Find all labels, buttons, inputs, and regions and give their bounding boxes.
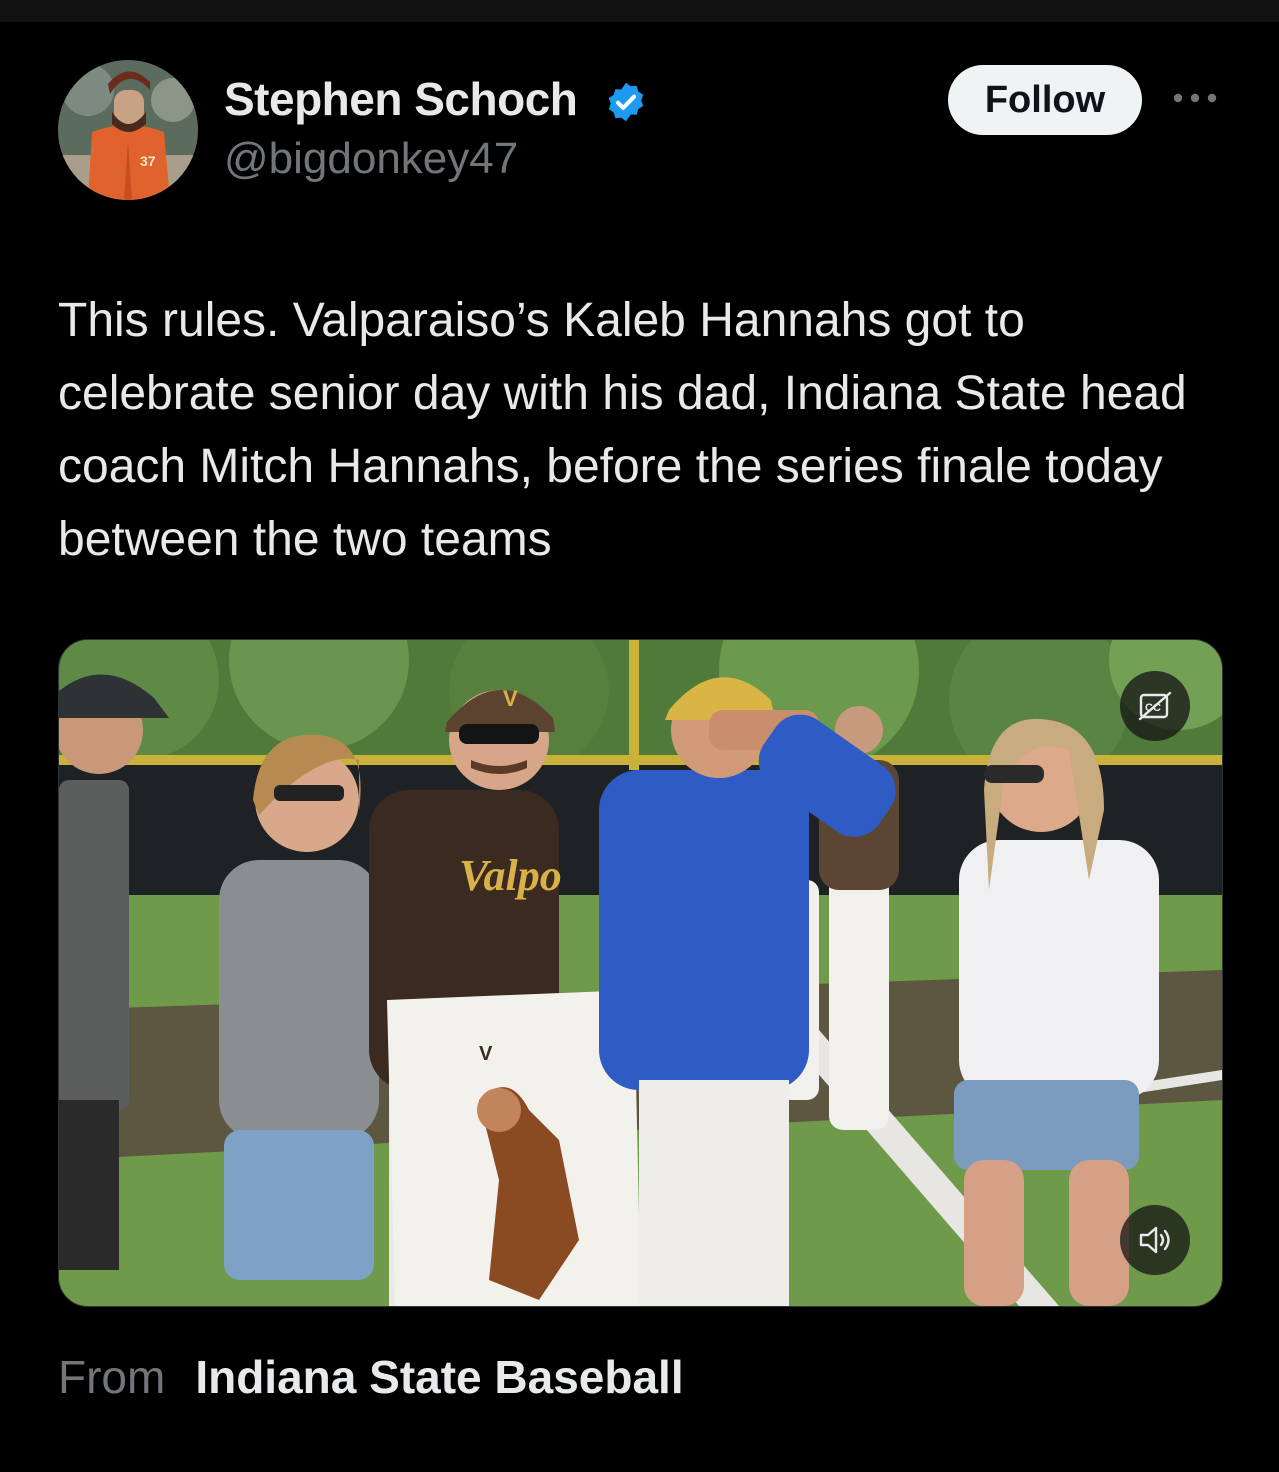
avatar-jersey-number: 37 bbox=[140, 153, 156, 169]
more-options-icon[interactable] bbox=[1172, 88, 1218, 108]
follow-button[interactable]: Follow bbox=[948, 65, 1142, 135]
jersey-text: Valpo bbox=[459, 851, 562, 900]
poster-letter: V bbox=[479, 1043, 493, 1065]
cap-letter: V bbox=[503, 686, 518, 711]
source-prefix: From bbox=[58, 1351, 166, 1403]
volume-button[interactable] bbox=[1120, 1205, 1190, 1275]
video-frame: Valpo V V bbox=[59, 640, 1222, 1306]
source-account-link[interactable]: Indiana State Baseball bbox=[195, 1351, 683, 1403]
verified-badge-icon bbox=[608, 82, 644, 122]
avatar-image: 37 bbox=[58, 60, 198, 200]
author-name[interactable]: Stephen Schoch bbox=[224, 72, 578, 126]
closed-captions-off-icon: CC bbox=[1138, 691, 1172, 721]
captions-button[interactable]: CC bbox=[1120, 671, 1190, 741]
video-player[interactable]: Valpo V V CC bbox=[58, 639, 1223, 1307]
status-bar bbox=[0, 0, 1279, 22]
post-text: This rules. Valparaiso’s Kaleb Hannahs g… bbox=[58, 294, 1187, 566]
speaker-muted-icon bbox=[1139, 1226, 1170, 1254]
media-source: From Indiana State Baseball bbox=[58, 1350, 684, 1404]
author-avatar[interactable]: 37 bbox=[58, 60, 198, 200]
author-handle[interactable]: @bigdonkey47 bbox=[224, 134, 518, 184]
